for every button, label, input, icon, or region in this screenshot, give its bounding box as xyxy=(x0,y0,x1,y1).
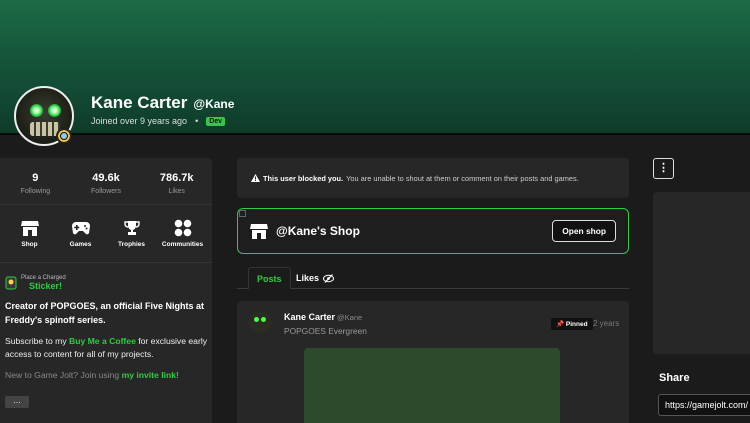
stat-likes[interactable]: 786.7k Likes xyxy=(141,158,212,204)
separator-dot: • xyxy=(195,116,199,126)
stat-value: 49.6k xyxy=(92,172,120,184)
stat-label: Likes xyxy=(168,188,185,195)
post-author-username: @Kane xyxy=(337,313,363,322)
right-sidebar-card xyxy=(653,192,750,354)
warning-icon xyxy=(251,174,260,182)
avatar-eye-left xyxy=(30,104,43,117)
blocked-title: This user blocked you. xyxy=(263,173,344,183)
stats-row: 9 Following 49.6k Followers 786.7k Likes xyxy=(0,158,212,205)
banner-divider xyxy=(0,133,750,135)
post-timestamp: 2 years xyxy=(593,319,620,328)
image-placeholder-icon xyxy=(239,210,246,217)
buy-me-a-coffee-link[interactable]: Buy Me a Coffee xyxy=(69,336,136,346)
communities-icon xyxy=(159,218,207,238)
post-card[interactable]: Kane Carter @Kane POPGOES Evergreen 📌 Pin… xyxy=(237,301,629,423)
pinned-badge: 📌 Pinned xyxy=(551,318,593,330)
quicklink-label: Games xyxy=(69,241,92,248)
bio-more-button[interactable]: … xyxy=(5,396,29,408)
stat-followers[interactable]: 49.6k Followers xyxy=(71,158,142,204)
quicklink-label: Trophies xyxy=(117,241,146,248)
tab-likes-label: Likes xyxy=(296,273,320,283)
blocked-message: You are unable to shout at them or comme… xyxy=(346,173,579,183)
bio-text: Subscribe to my xyxy=(5,336,69,346)
feed-tabs: Posts Likes xyxy=(237,265,629,289)
blocked-notice: This user blocked you. You are unable to… xyxy=(237,158,629,198)
post-author[interactable]: Kane Carter @Kane xyxy=(284,312,362,322)
verified-badge-icon xyxy=(56,128,72,144)
share-url-input[interactable]: https://gamejolt.com/ xyxy=(658,394,750,416)
shop-icon xyxy=(250,224,268,239)
post-game-link[interactable]: POPGOES Evergreen xyxy=(284,326,367,336)
quicklink-label: Shop xyxy=(21,241,38,248)
avatar-eye-left xyxy=(254,317,259,322)
trophy-icon xyxy=(108,218,156,238)
tab-likes[interactable]: Likes xyxy=(288,267,342,289)
sticker-icon xyxy=(5,276,17,290)
shop-card[interactable]: @Kane's Shop Open shop xyxy=(237,208,629,254)
post-media[interactable] xyxy=(304,348,560,423)
bio-text: New to Game Jolt? Join using xyxy=(5,370,122,380)
joined-date: Joined over 9 years ago xyxy=(91,116,188,126)
profile-sidebar: 9 Following 49.6k Followers 786.7k Likes… xyxy=(0,158,212,423)
stat-value: 786.7k xyxy=(159,172,194,184)
bio-headline: Creator of POPGOES, an official Five Nig… xyxy=(5,301,205,325)
stat-following[interactable]: 9 Following xyxy=(0,158,71,204)
tab-posts[interactable]: Posts xyxy=(248,267,291,289)
charged-sticker-prompt[interactable]: Place a Charged Sticker! xyxy=(5,275,66,291)
hidden-eye-icon xyxy=(323,273,335,283)
open-shop-button[interactable]: Open shop xyxy=(552,220,616,242)
quicklinks-row: Shop Games Trophies Communities xyxy=(0,205,212,263)
shop-title: @Kane's Shop xyxy=(276,224,360,238)
shop-icon xyxy=(6,218,54,238)
gamepad-icon xyxy=(57,218,105,238)
stat-value: 9 xyxy=(32,172,39,184)
profile-banner xyxy=(0,0,750,135)
sticker-line2: Sticker! xyxy=(29,281,63,291)
pin-icon: 📌 xyxy=(556,321,565,328)
display-name: Kane Carter xyxy=(91,93,188,112)
post-author-name: Kane Carter xyxy=(284,312,336,322)
share-heading: Share xyxy=(659,372,690,384)
stat-label: Following xyxy=(20,188,51,195)
username: @Kane xyxy=(193,97,235,111)
post-author-avatar[interactable] xyxy=(249,311,271,333)
avatar-eye-right xyxy=(261,317,266,322)
quicklink-games[interactable]: Games xyxy=(57,205,105,262)
quicklink-shop[interactable]: Shop xyxy=(6,205,54,262)
quicklink-communities[interactable]: Communities xyxy=(159,205,207,262)
bio-invite: New to Game Jolt? Join using my invite l… xyxy=(5,370,210,380)
dev-badge: Dev xyxy=(206,116,226,126)
bio-subscribe: Subscribe to my Buy Me a Coffee for excl… xyxy=(5,335,210,361)
invite-link[interactable]: my invite link! xyxy=(122,370,179,380)
quicklink-label: Communities xyxy=(161,241,204,248)
avatar-eye-right xyxy=(48,104,61,117)
more-options-button[interactable]: ⋮ xyxy=(653,158,674,179)
pinned-label: Pinned xyxy=(565,321,588,328)
stat-label: Followers xyxy=(91,188,121,195)
quicklink-trophies[interactable]: Trophies xyxy=(108,205,156,262)
